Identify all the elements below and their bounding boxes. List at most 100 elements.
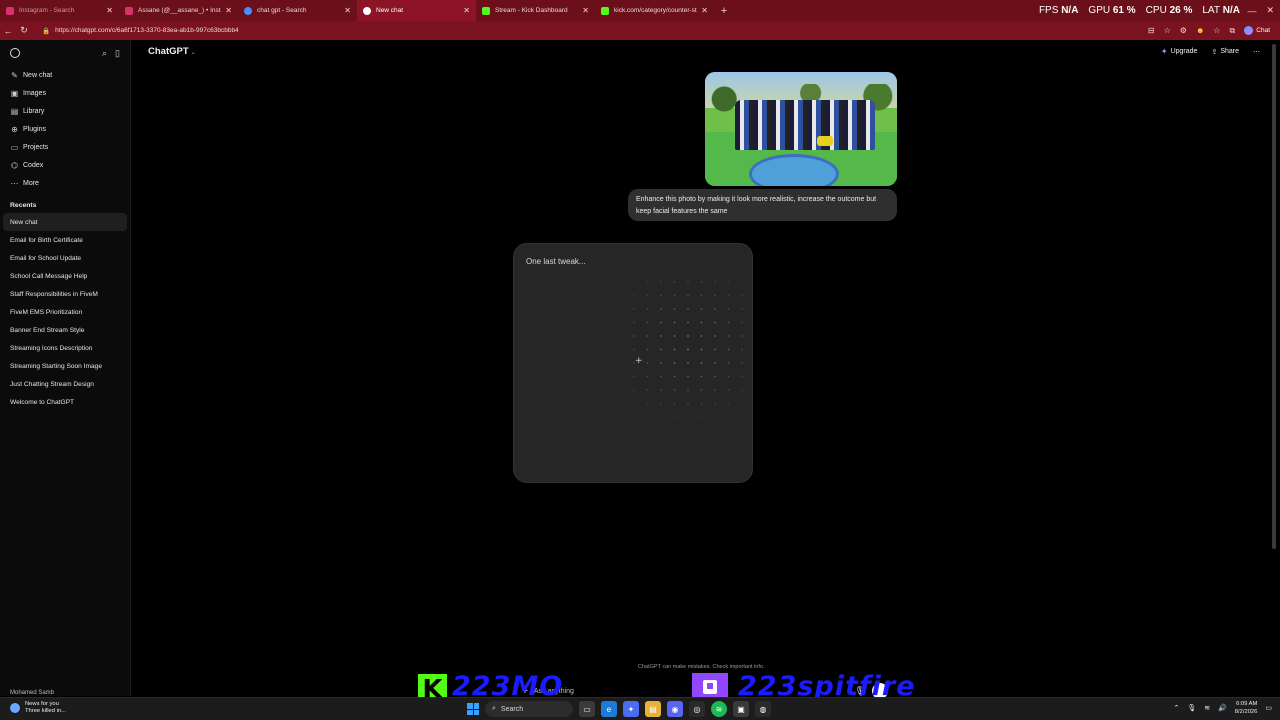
sidebar-item-library[interactable]: ▤ Library: [0, 102, 130, 120]
chat-history-item[interactable]: FiveM EMS Prioritization: [0, 303, 130, 321]
openai-logo-icon[interactable]: [10, 48, 20, 58]
image-motorbike: [817, 136, 833, 146]
screen: Instagram - Search ✕ Assane (@__assane_)…: [0, 0, 1280, 720]
user-name[interactable]: Mohamed Samb: [10, 690, 54, 696]
microphone-tray-icon[interactable]: 🎙: [1187, 704, 1196, 712]
reload-icon[interactable]: ↻: [16, 25, 32, 36]
back-icon[interactable]: ←: [0, 26, 16, 36]
instagram-icon: [6, 6, 14, 15]
windows-start-icon[interactable]: [467, 703, 479, 715]
model-selector[interactable]: ChatGPT ⌄: [148, 46, 196, 57]
favorites-icon[interactable]: ☆: [1213, 26, 1220, 35]
chat-history-item[interactable]: Streaming Icons Description: [0, 339, 130, 357]
sidebar-item-images[interactable]: ▣ Images: [0, 84, 130, 102]
close-tab-icon[interactable]: ✕: [582, 6, 589, 15]
loading-dot: [646, 375, 649, 378]
chevron-up-icon[interactable]: ⌃: [1173, 704, 1179, 712]
loading-dot: [727, 402, 730, 405]
obs-icon[interactable]: ◍: [755, 701, 771, 717]
app-window-icon[interactable]: ▣: [733, 701, 749, 717]
sidebar-item-label: New chat: [23, 71, 53, 79]
edge-icon[interactable]: e: [601, 701, 617, 717]
taskbar-search[interactable]: ⌕ Search: [485, 701, 573, 717]
loading-dot: [714, 348, 716, 351]
sidebar-toggle-icon[interactable]: ▯: [115, 48, 120, 59]
loading-dot: [633, 335, 635, 337]
chatgpt-icon: [363, 6, 371, 15]
chat-history-item[interactable]: Staff Responsibilities in FiveM: [0, 285, 130, 303]
tab-kick-category[interactable]: kick.com/category/counter-strike ✕: [595, 0, 714, 21]
images-icon: ▣: [10, 88, 19, 98]
chat-history-item[interactable]: Email for Birth Certificate: [0, 231, 130, 249]
file-explorer-icon[interactable]: ▤: [645, 701, 661, 717]
copilot-chat-button[interactable]: Chat: [1244, 26, 1270, 35]
tab-new-chat[interactable]: New chat ✕: [357, 0, 476, 21]
sidebar-item-plugins[interactable]: ⊕ Plugins: [0, 120, 130, 138]
tab-instagram-search[interactable]: Instagram - Search ✕: [0, 0, 119, 21]
copilot-app-icon[interactable]: ✦: [623, 701, 639, 717]
fps-value: N/A: [1061, 5, 1079, 16]
loading-dot: [633, 321, 635, 324]
chat-history-item[interactable]: School Call Message Help: [0, 267, 130, 285]
url-field[interactable]: 🔒 https://chatgpt.com/c/6a6f1713-3370-83…: [42, 27, 1148, 35]
new-tab-button[interactable]: +: [714, 0, 734, 21]
clock[interactable]: 6:09 AM 8/2/2026: [1235, 700, 1258, 716]
wifi-icon[interactable]: ≋: [1204, 704, 1210, 712]
tab-kick-dashboard[interactable]: Stream - Kick Dashboard ✕: [476, 0, 595, 21]
emoji-extension-icon[interactable]: ☻: [1196, 26, 1204, 35]
sidebar-item-label: Images: [23, 89, 46, 97]
minimize-icon[interactable]: —: [1247, 6, 1256, 16]
chat-history-item[interactable]: Banner End Stream Style: [0, 321, 130, 339]
tab-instagram-profile[interactable]: Assane (@__assane_) • Instagram ✕: [119, 0, 238, 21]
loading-dot: [741, 281, 743, 283]
more-options-button[interactable]: ⋯: [1253, 48, 1260, 56]
share-icon: ⇪: [1211, 48, 1218, 56]
discord-icon[interactable]: ◉: [667, 701, 683, 717]
loading-dot: [673, 281, 676, 283]
close-tab-icon[interactable]: ✕: [106, 6, 113, 15]
upgrade-button[interactable]: ✦ Upgrade: [1161, 47, 1198, 56]
chat-history-item[interactable]: Welcome to ChatGPT: [0, 393, 130, 411]
tab-chatgpt-search[interactable]: chat gpt - Search ✕: [238, 0, 357, 21]
sidebar-item-more[interactable]: ⋯ More: [0, 174, 130, 192]
sidebar-item-new-chat[interactable]: ✎ New chat: [0, 66, 130, 84]
extension-icon[interactable]: ⚙: [1180, 26, 1187, 35]
close-window-icon[interactable]: ✕: [1266, 5, 1274, 16]
task-view-icon[interactable]: ▭: [579, 701, 595, 717]
collections-icon[interactable]: ⧉: [1230, 26, 1236, 36]
close-tab-icon[interactable]: ✕: [344, 6, 351, 15]
search-icon[interactable]: ⌕: [102, 48, 107, 59]
instagram-icon: [125, 6, 133, 15]
loading-dot: [646, 362, 649, 364]
scrollbar[interactable]: [1272, 44, 1276, 549]
close-tab-icon[interactable]: ✕: [701, 6, 708, 15]
chat-history-item[interactable]: Streaming Starting Soon Image: [0, 357, 130, 375]
bookmark-star-icon[interactable]: ☆: [1164, 26, 1171, 35]
chat-history-item[interactable]: Just Chatting Stream Design: [0, 375, 130, 393]
plugins-icon: ⊕: [11, 124, 18, 134]
gpu-value: 61 %: [1112, 5, 1136, 16]
tab-title: New chat: [376, 7, 404, 14]
install-icon[interactable]: ⊟: [1148, 26, 1155, 35]
loading-dot: [633, 375, 635, 378]
close-tab-icon[interactable]: ✕: [225, 6, 232, 15]
loading-dot: [714, 321, 716, 324]
crosshair-cursor-icon: +: [635, 356, 643, 366]
notification-icon[interactable]: ▭: [1265, 704, 1272, 712]
close-tab-icon[interactable]: ✕: [463, 6, 470, 15]
weather-icon: [10, 703, 20, 713]
loading-dot: [714, 402, 716, 405]
uploaded-image[interactable]: [705, 72, 897, 186]
chat-history-item[interactable]: New chat: [3, 213, 127, 231]
chrome-icon[interactable]: ◎: [689, 701, 705, 717]
loading-dot: [660, 389, 662, 391]
sidebar-item-codex[interactable]: ⌬ Codex: [0, 156, 130, 174]
chat-history-item[interactable]: Email for School Update: [0, 249, 130, 267]
news-widget[interactable]: News for you Three killed in...: [10, 701, 66, 715]
loading-dot: [673, 348, 676, 351]
sidebar-item-projects[interactable]: ▭ Projects: [0, 138, 130, 156]
spotify-icon[interactable]: ≋: [711, 701, 727, 717]
image-court-circle: [749, 154, 839, 186]
share-button[interactable]: ⇪ Share: [1211, 48, 1239, 56]
volume-icon[interactable]: 🔊: [1218, 704, 1227, 712]
